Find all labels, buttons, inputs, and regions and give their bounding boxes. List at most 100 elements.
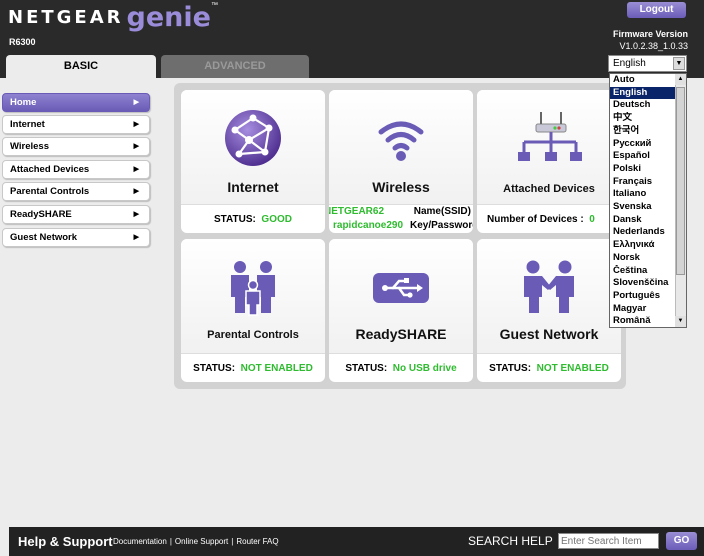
language-option[interactable]: Slovenščina <box>610 277 676 290</box>
tile-parental-controls[interactable]: Parental Controls STATUS: NOT ENABLED <box>181 239 325 382</box>
chevron-right-icon: ▶ <box>133 211 139 218</box>
language-option[interactable]: Nederlands <box>610 226 676 239</box>
sidebar-item-guest-network[interactable]: Guest Network ▶ <box>2 228 150 247</box>
firmware-version: V1.0.2.38_1.0.33 <box>619 41 688 51</box>
logout-button[interactable]: Logout <box>627 2 686 18</box>
language-option[interactable]: 中文 <box>610 112 676 125</box>
sidebar-item-home[interactable]: Home ▶ <box>2 93 150 112</box>
language-select[interactable]: English ▼ <box>608 55 687 72</box>
sidebar-item-parental-controls[interactable]: Parental Controls ▶ <box>2 182 150 201</box>
wireless-info: Name(SSID) NETGEAR62 rapidcanoe290 Key/P… <box>329 204 473 233</box>
language-option[interactable]: 한국어 <box>610 125 676 138</box>
status-value: No USB drive <box>392 363 457 374</box>
firmware-label: Firmware Version <box>612 29 688 39</box>
status-label: STATUS: <box>489 363 532 374</box>
tile-internet[interactable]: Internet STATUS: GOOD <box>181 90 325 233</box>
tab-basic[interactable]: BASIC <box>6 55 156 78</box>
network-devices-icon <box>518 112 582 161</box>
scroll-down-icon[interactable]: ▼ <box>675 316 686 327</box>
scroll-up-icon[interactable]: ▲ <box>675 74 686 85</box>
status-value: NOT ENABLED <box>536 363 609 374</box>
go-button[interactable]: GO <box>666 532 697 550</box>
tile-title: Guest Network <box>499 326 599 342</box>
trademark-mark: ™ <box>210 2 218 9</box>
help-title: Help & Support <box>18 534 113 549</box>
status-label: STATUS: <box>345 363 388 374</box>
chevron-right-icon: ▶ <box>133 166 139 173</box>
sidebar-item-label: Guest Network <box>10 232 78 243</box>
ssid-label: Name(SSID) <box>413 206 471 217</box>
tab-advanced[interactable]: ADVANCED <box>161 55 309 78</box>
language-option[interactable]: Auto <box>610 74 676 87</box>
language-option[interactable]: Magyar <box>610 303 676 316</box>
sidebar-item-label: Internet <box>10 119 45 130</box>
tile-title: ReadySHARE <box>355 326 447 342</box>
chevron-right-icon: ▶ <box>133 234 139 241</box>
chevron-right-icon: ▶ <box>133 143 139 150</box>
tile-attached-devices[interactable]: Attached Devices Number of Devices : 0 <box>477 90 621 233</box>
language-option[interactable]: Norsk <box>610 252 676 265</box>
device-count-label: Number of Devices : <box>487 214 584 225</box>
language-option[interactable]: Русский <box>610 138 676 151</box>
documentation-link[interactable]: Documentation <box>113 537 167 546</box>
tile-title: Internet <box>227 179 279 195</box>
sidebar-item-label: Home <box>10 97 37 108</box>
help-support-bar: Help & Support Documentation | Online Supp… <box>9 527 704 556</box>
tile-title: Parental Controls <box>207 329 299 341</box>
sidebar-item-wireless[interactable]: Wireless ▶ <box>2 137 150 156</box>
netgear-genie-logo: NETGEAR genie™ <box>8 2 218 33</box>
language-option[interactable]: Español <box>610 150 676 163</box>
help-links: Documentation | Online Support | Router FAQ <box>113 537 279 546</box>
scroll-thumb[interactable] <box>676 87 685 275</box>
tile-status: STATUS: NOT ENABLED <box>181 353 325 382</box>
tile-status: STATUS: NOT ENABLED <box>477 353 621 382</box>
language-option[interactable]: Polski <box>610 163 676 176</box>
sidebar-item-label: Parental Controls <box>10 186 90 197</box>
search-input[interactable] <box>558 533 659 549</box>
language-selected: English <box>613 58 646 69</box>
sidebar-item-internet[interactable]: Internet ▶ <box>2 115 150 134</box>
chevron-right-icon: ▶ <box>133 121 139 128</box>
link-divider: | <box>169 537 172 546</box>
chevron-right-icon: ▶ <box>133 99 139 106</box>
handshake-people-icon <box>524 260 574 313</box>
language-dropdown-list[interactable]: Auto English Deutsch 中文 한국어 Русский Espa… <box>609 73 687 328</box>
language-option[interactable]: Português <box>610 290 676 303</box>
globe-network-icon <box>225 110 281 166</box>
device-count-value: 0 <box>589 214 595 225</box>
tile-wireless[interactable]: Wireless Name(SSID) NETGEAR62 rapidcanoe… <box>329 90 473 233</box>
language-option-selected[interactable]: English <box>610 86 676 100</box>
language-option[interactable]: Română <box>610 315 676 327</box>
top-header: NETGEAR genie™ R6300 Logout Firmware Vers… <box>0 0 704 78</box>
family-icon <box>231 261 275 316</box>
router-faq-link[interactable]: Router FAQ <box>236 537 278 546</box>
language-option[interactable]: Deutsch <box>610 99 676 112</box>
router-model: R6300 <box>9 37 36 47</box>
tile-title: Wireless <box>372 179 430 195</box>
key-label: Key/Password <box>410 220 473 231</box>
dashboard-panel: Internet STATUS: GOOD Wireless Name(SSID… <box>174 83 626 389</box>
tile-status: Number of Devices : 0 <box>477 204 621 233</box>
language-option[interactable]: Ελληνικά <box>610 239 676 252</box>
tile-readyshare[interactable]: ReadySHARE STATUS: No USB drive <box>329 239 473 382</box>
chevron-right-icon: ▶ <box>133 188 139 195</box>
language-option[interactable]: Svenska <box>610 201 676 214</box>
sidebar-item-readyshare[interactable]: ReadySHARE ▶ <box>2 205 150 224</box>
status-label: STATUS: <box>193 363 236 374</box>
online-support-link[interactable]: Online Support <box>175 537 228 546</box>
sidebar-item-label: Wireless <box>10 141 49 152</box>
language-scrollbar[interactable]: ▲ ▼ <box>675 74 686 327</box>
ssid-value: NETGEAR62 <box>329 206 385 217</box>
language-option[interactable]: Français <box>610 176 676 189</box>
language-option[interactable]: Dansk <box>610 214 676 227</box>
language-option[interactable]: Čeština <box>610 265 676 278</box>
key-value: rapidcanoe290 <box>333 220 404 231</box>
language-option[interactable]: Italiano <box>610 188 676 201</box>
tile-status: STATUS: GOOD <box>181 204 325 233</box>
search-help-label: SEARCH HELP <box>468 534 553 548</box>
tile-guest-network[interactable]: Guest Network STATUS: NOT ENABLED <box>477 239 621 382</box>
chevron-down-icon[interactable]: ▼ <box>673 57 685 70</box>
tile-title: Attached Devices <box>503 183 595 195</box>
sidebar-item-attached-devices[interactable]: Attached Devices ▶ <box>2 160 150 179</box>
sidebar-item-label: Attached Devices <box>10 164 90 175</box>
